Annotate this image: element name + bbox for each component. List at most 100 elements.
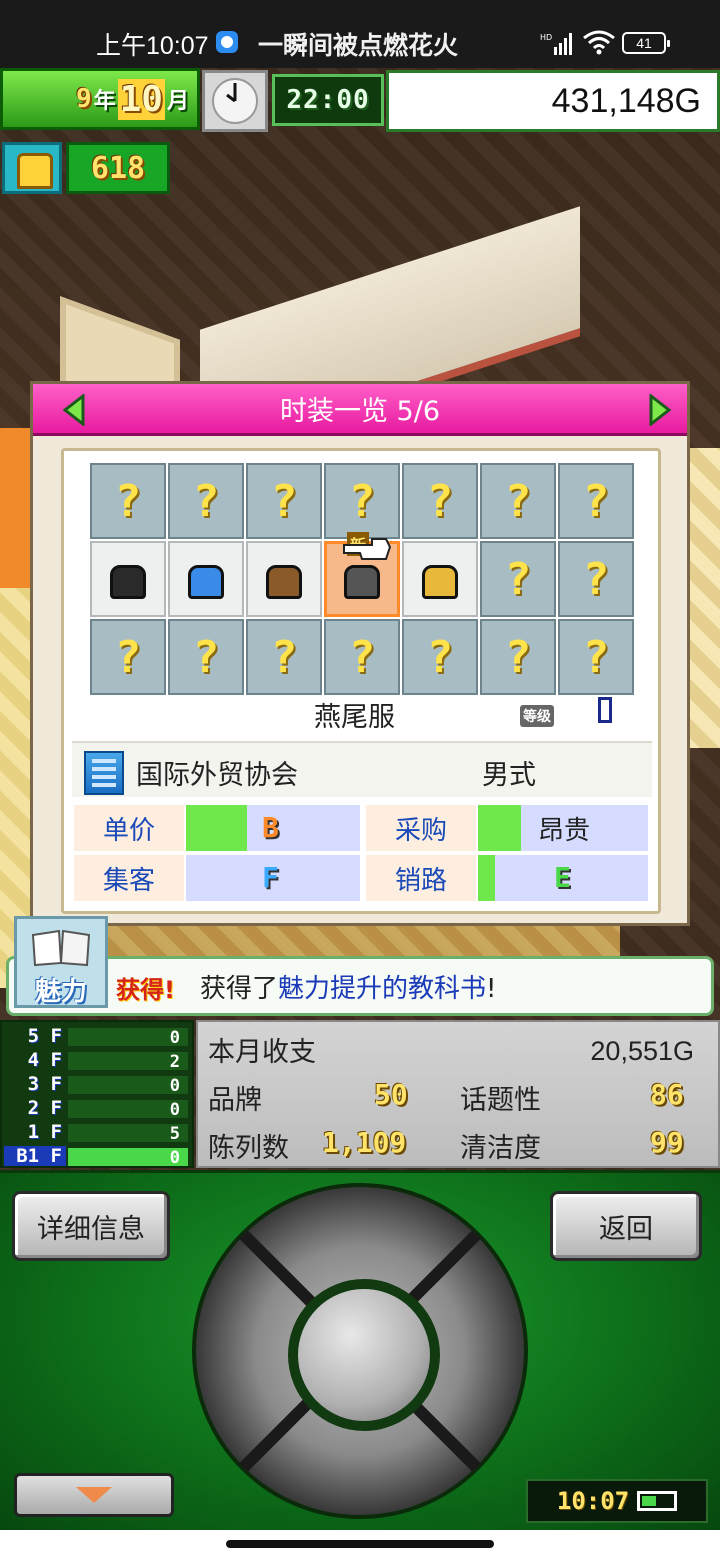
outfit-cell-locked[interactable]: ? <box>168 619 244 695</box>
floor-label: 1 F <box>27 1121 62 1143</box>
floor-row[interactable]: B1 F 0 <box>2 1146 192 1168</box>
locked-mark: ? <box>426 631 454 683</box>
outfit-cell-locked[interactable]: ? <box>246 463 322 539</box>
notification-text-prefix: 获得了 <box>200 974 279 1004</box>
outfit-cell-locked[interactable]: ? <box>168 463 244 539</box>
gender-label: 男式 <box>482 760 536 791</box>
outfit-cell-locked[interactable]: ? <box>402 619 478 695</box>
floor-row[interactable]: 5 F 0 <box>2 1025 192 1048</box>
stat-row-2: 集客 F 销路 E <box>74 855 650 903</box>
outfit-cell-locked[interactable]: ? <box>558 463 634 539</box>
next-page-icon[interactable] <box>647 394 673 426</box>
sales-grade: E <box>554 861 571 894</box>
notification-text-highlight: 魅力提升的教科书 <box>278 974 487 1004</box>
year-unit: 年 <box>93 89 116 114</box>
outfit-cell-locked[interactable]: ? <box>480 541 556 617</box>
signal-icon: HD <box>540 33 572 55</box>
brand-value: 50 <box>374 1078 408 1111</box>
floor-label: 5 F <box>27 1025 62 1047</box>
floor-row[interactable]: 4 F 2 <box>2 1049 192 1072</box>
money-display: 431,148G <box>386 70 720 132</box>
fashion-list-dialog: 时装一览 5/6 ???????新????????? 燕尾服 等级 国际外贸协会… <box>30 381 690 926</box>
locked-mark: ? <box>192 631 220 683</box>
menu-toggle-button[interactable] <box>14 1473 174 1517</box>
floor-row[interactable]: 2 F 0 <box>2 1097 192 1120</box>
date-display: 9 年 10 月 <box>0 68 200 130</box>
money-value: 431,148G <box>551 81 701 120</box>
outfit-cell-gold-vest[interactable] <box>402 541 478 617</box>
sales-fill <box>478 855 495 901</box>
game-time: 22:00 <box>286 85 370 115</box>
stat-row-1: 单价 B 采购 昂贵 <box>74 805 650 853</box>
floor-bar: 0 <box>68 1028 188 1048</box>
locked-mark: ? <box>348 475 376 527</box>
locked-mark: ? <box>504 553 532 605</box>
floor-bar: 0 <box>68 1148 188 1168</box>
attraction-bar: F <box>186 855 360 901</box>
outfit-cell-locked[interactable]: ? <box>558 541 634 617</box>
dpad[interactable] <box>192 1183 528 1519</box>
status-time: 上午10:07 <box>96 32 209 60</box>
down-arrow-icon <box>76 1487 112 1503</box>
level-label: 等级 <box>520 705 554 727</box>
fashion-points-display: 618 <box>66 142 170 194</box>
back-button[interactable]: 返回 <box>550 1191 702 1261</box>
outfit-cell-locked[interactable]: ? <box>402 463 478 539</box>
floor-panel: 5 F 0 4 F 2 3 F 0 2 F 0 1 F 5 B1 F 0 <box>0 1020 194 1168</box>
outfit-cell-brown-coat[interactable] <box>246 541 322 617</box>
floor-label: 4 F <box>27 1049 62 1071</box>
dialog-title: 时装一览 5/6 <box>279 396 441 427</box>
detail-info-button[interactable]: 详细信息 <box>12 1191 170 1261</box>
outfit-cell-locked[interactable]: ? <box>90 463 166 539</box>
outfit-cell-locked[interactable]: ? <box>324 619 400 695</box>
locked-mark: ? <box>582 553 610 605</box>
notification-category: 魅力 <box>34 977 87 1007</box>
outfit-cell-locked[interactable]: ? <box>90 619 166 695</box>
controller-panel: 详细信息 返回 10:07 <box>0 1170 720 1530</box>
floor-value: 0 <box>169 1148 180 1168</box>
level-value <box>598 697 612 723</box>
item-info-row: 国际外贸协会 男式 <box>72 741 652 797</box>
dpad-center-button[interactable] <box>288 1279 440 1431</box>
locked-mark: ? <box>504 631 532 683</box>
floor-value: 0 <box>169 1028 180 1048</box>
topic-value: 86 <box>650 1078 684 1111</box>
locked-mark: ? <box>114 631 142 683</box>
notification-tag: 获得! <box>116 976 175 1004</box>
home-indicator[interactable] <box>226 1540 494 1548</box>
unit-price-label: 单价 <box>74 805 184 851</box>
outfit-cell-locked[interactable]: ? <box>480 619 556 695</box>
outfit-cell-black-coat[interactable] <box>90 541 166 617</box>
floor-bar: 2 <box>68 1052 188 1072</box>
company-name: 国际外贸协会 <box>136 760 298 791</box>
black-coat-icon <box>104 555 152 603</box>
fashion-points-icon <box>2 142 62 194</box>
game-clock-display: 10:07 <box>526 1479 708 1523</box>
outfit-cell-locked[interactable]: ? <box>480 463 556 539</box>
purchase-bar: 昂贵 <box>478 805 648 851</box>
blue-jacket-icon <box>182 555 230 603</box>
floor-value: 0 <box>169 1100 180 1120</box>
app-notification-icon <box>216 31 238 53</box>
outfit-cell-locked[interactable]: ? <box>246 619 322 695</box>
outfit-cell-blue-jacket[interactable] <box>168 541 244 617</box>
attraction-label: 集客 <box>74 855 184 901</box>
outfit-cell-locked[interactable]: ? <box>324 463 400 539</box>
display-count-value: 1,109 <box>322 1126 407 1159</box>
sales-label: 销路 <box>366 855 476 901</box>
floor-label: 2 F <box>27 1097 62 1119</box>
sales-bar: E <box>478 855 648 901</box>
floor-row[interactable]: 1 F 5 <box>2 1121 192 1144</box>
game-clock: 10:07 <box>556 1487 630 1515</box>
item-stats: 单价 B 采购 昂贵 集客 F 销路 E <box>74 805 650 905</box>
floor-label: 3 F <box>27 1073 62 1095</box>
building-icon <box>84 751 124 795</box>
prev-page-icon[interactable] <box>61 394 87 426</box>
floor-row[interactable]: 3 F 0 <box>2 1073 192 1096</box>
locked-mark: ? <box>270 631 298 683</box>
gold-vest-icon <box>416 555 464 603</box>
floor-label: B1 F <box>4 1146 66 1166</box>
locked-mark: ? <box>270 475 298 527</box>
floor-value: 5 <box>169 1124 180 1144</box>
outfit-cell-locked[interactable]: ? <box>558 619 634 695</box>
